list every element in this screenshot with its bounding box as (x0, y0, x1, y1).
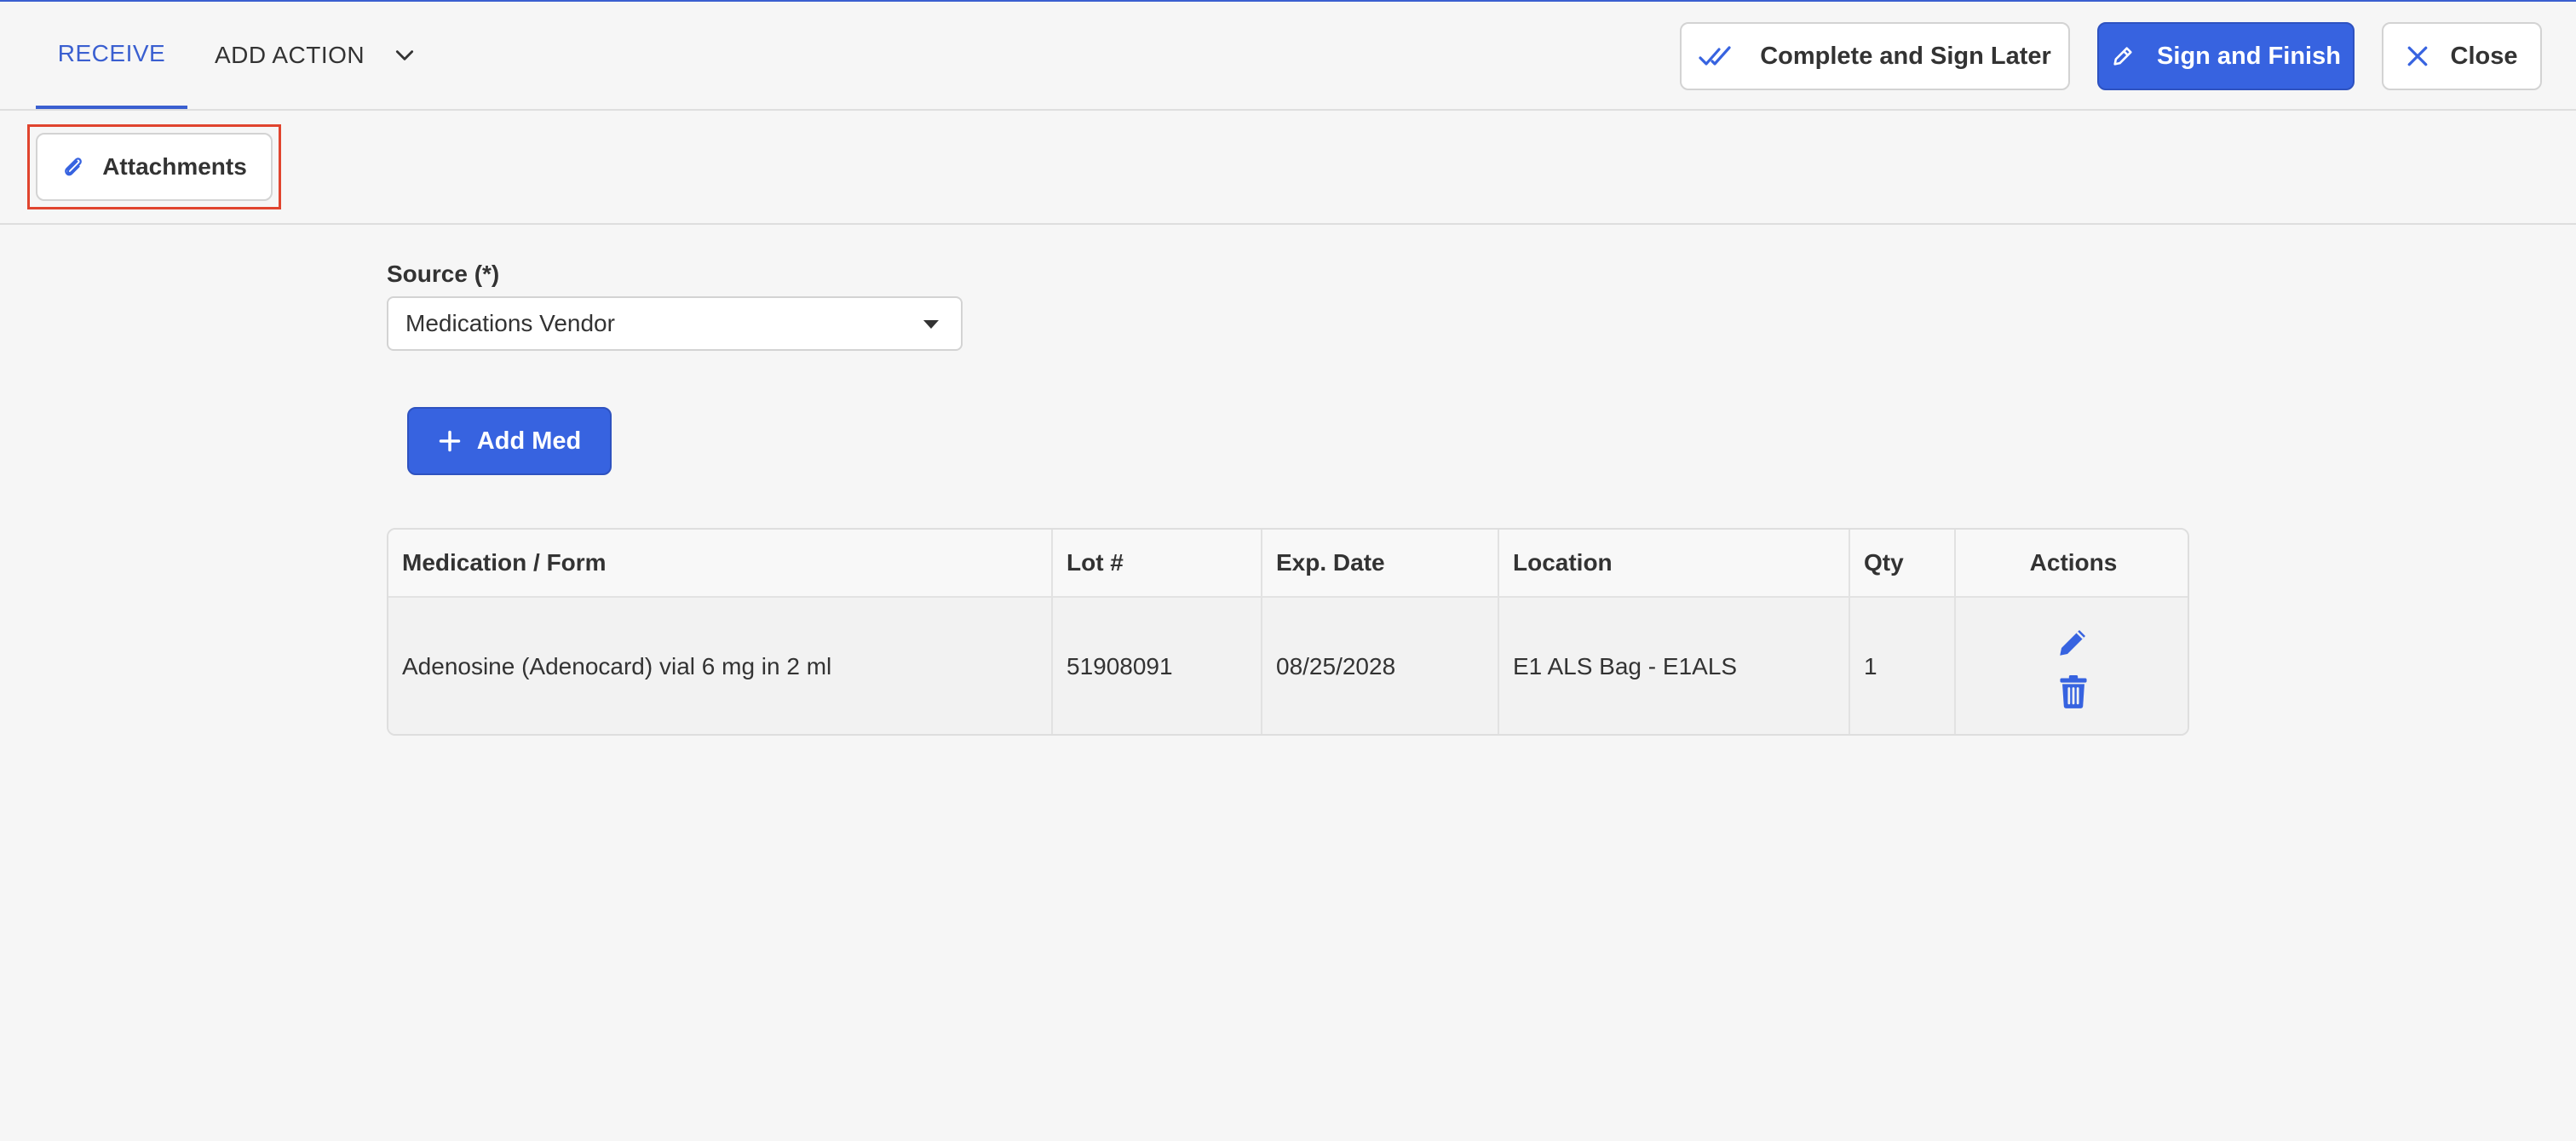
tab-add-action[interactable]: ADD ACTION (215, 2, 416, 109)
attachments-button[interactable]: Attachments (36, 133, 273, 201)
cell-medication: Adenosine (Adenocard) vial 6 mg in 2 ml (402, 653, 832, 679)
cell-qty: 1 (1864, 653, 1877, 679)
sign-and-finish-label: Sign and Finish (2157, 42, 2341, 70)
close-icon (2407, 46, 2427, 66)
complete-sign-later-label: Complete and Sign Later (1760, 42, 2051, 70)
add-med-label: Add Med (476, 427, 582, 455)
cell-actions (1956, 598, 2188, 734)
source-label: Source (*) (387, 261, 500, 287)
cell-location: E1 ALS Bag - E1ALS (1513, 653, 1738, 679)
close-label: Close (2450, 42, 2518, 70)
column-header-actions: Actions (2029, 549, 2118, 576)
tab-add-action-label: ADD ACTION (215, 42, 365, 68)
header-bar: RECEIVE ADD ACTION Complete and Sign Lat… (0, 2, 2576, 111)
cell-exp-date: 08/25/2028 (1276, 653, 1396, 679)
double-check-icon (1699, 46, 1731, 66)
sign-and-finish-button[interactable]: Sign and Finish (2097, 22, 2355, 90)
caret-down-icon (923, 320, 939, 329)
column-header-location: Location (1513, 549, 1613, 576)
column-header-qty: Qty (1864, 549, 1904, 576)
plus-icon (439, 430, 461, 452)
table-row: Adenosine (Adenocard) vial 6 mg in 2 ml … (388, 598, 2188, 734)
edit-row-button[interactable] (2055, 623, 2092, 661)
tab-receive[interactable]: RECEIVE (36, 2, 187, 109)
delete-row-button[interactable] (2055, 673, 2092, 710)
pencil-icon (2060, 630, 2085, 656)
attachments-label: Attachments (102, 153, 247, 180)
complete-sign-later-button[interactable]: Complete and Sign Later (1680, 22, 2070, 90)
column-header-exp-date: Exp. Date (1276, 549, 1385, 576)
add-med-button[interactable]: Add Med (407, 407, 612, 475)
chevron-down-icon (396, 50, 414, 60)
column-header-medication: Medication / Form (402, 549, 607, 576)
source-select-value: Medications Vendor (405, 310, 615, 336)
subheader-bar: Attachments (0, 111, 2576, 225)
paperclip-icon (65, 158, 83, 176)
pen-icon (2113, 47, 2132, 66)
close-button[interactable]: Close (2382, 22, 2542, 90)
trash-icon (2060, 675, 2087, 708)
medications-table: Medication / Form Lot # Exp. Date Locati… (387, 528, 2189, 736)
app-root: RECEIVE ADD ACTION Complete and Sign Lat… (0, 0, 2576, 1141)
column-header-lot: Lot # (1067, 549, 1124, 576)
table-header-row: Medication / Form Lot # Exp. Date Locati… (388, 530, 2188, 598)
source-select[interactable]: Medications Vendor (387, 296, 963, 351)
cell-lot: 51908091 (1067, 653, 1173, 679)
